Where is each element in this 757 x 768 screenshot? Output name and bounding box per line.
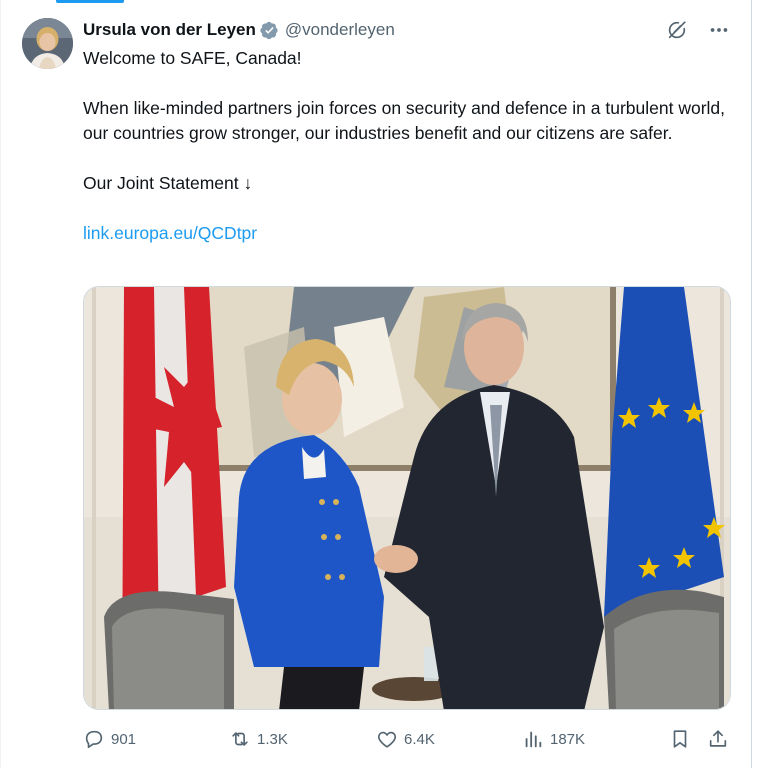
tweet-actions: 901 1.3K 6.4K 187K <box>83 724 731 754</box>
author-handle[interactable]: @vonderleyen <box>285 20 395 40</box>
heart-icon <box>377 731 397 748</box>
views-count: 187K <box>550 730 586 748</box>
views-icon <box>525 731 542 748</box>
tweet-line-3: Our Joint Statement ↓ <box>83 173 253 193</box>
bookmark-button[interactable] <box>669 724 691 754</box>
tweet-header: Ursula von der Leyen @vonderleyen <box>83 18 395 42</box>
reply-count: 901 <box>111 730 137 748</box>
repost-count: 1.3K <box>257 730 288 748</box>
tweet-link[interactable]: link.europa.eu/QCDtpr <box>83 223 257 243</box>
grok-icon[interactable] <box>665 18 689 42</box>
share-icon <box>709 730 727 747</box>
author-avatar[interactable] <box>22 18 73 69</box>
header-actions <box>665 18 731 42</box>
tweet-line-2: When like-minded partners join forces on… <box>83 98 726 143</box>
like-count: 6.4K <box>404 730 435 748</box>
views-button[interactable]: 187K <box>522 724 585 754</box>
repost-icon <box>232 732 248 746</box>
tweet-line-1: Welcome to SAFE, Canada! <box>83 48 302 68</box>
reply-button[interactable]: 901 <box>83 724 136 754</box>
tweet-text: Welcome to SAFE, Canada! When like-minde… <box>83 46 738 246</box>
tweet-photo[interactable] <box>83 286 731 710</box>
bookmark-icon <box>673 730 687 748</box>
active-tab-indicator <box>56 0 124 3</box>
author-name[interactable]: Ursula von der Leyen <box>83 20 256 40</box>
share-button[interactable] <box>707 724 729 754</box>
more-icon[interactable] <box>707 18 731 42</box>
verified-badge-icon <box>260 21 279 40</box>
repost-button[interactable]: 1.3K <box>229 724 288 754</box>
like-button[interactable]: 6.4K <box>376 724 435 754</box>
reply-icon <box>85 730 103 749</box>
